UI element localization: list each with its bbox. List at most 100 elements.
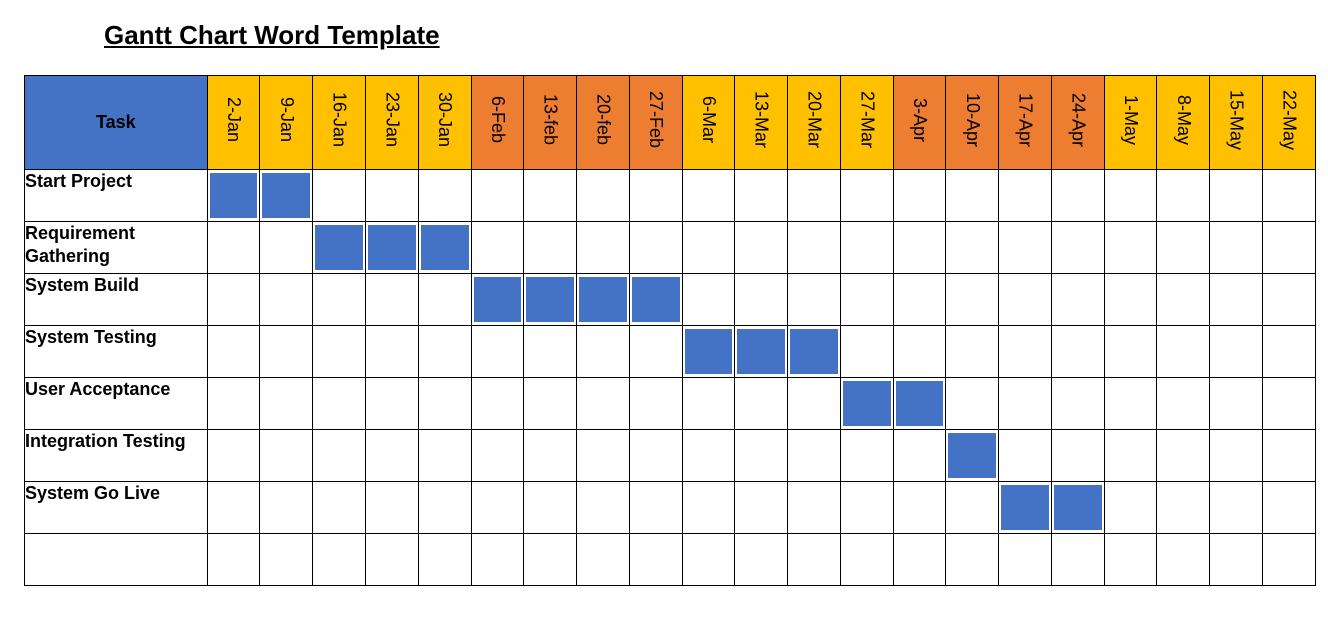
date-column-header: 13-Mar <box>735 76 788 170</box>
gantt-cell <box>629 378 682 430</box>
gantt-bar <box>685 329 733 374</box>
gantt-bar <box>843 381 891 426</box>
gantt-cell <box>577 326 630 378</box>
gantt-cell <box>1210 170 1263 222</box>
gantt-cell <box>524 222 577 274</box>
gantt-cell <box>313 222 366 274</box>
gantt-cell <box>260 170 313 222</box>
gantt-cell <box>365 378 418 430</box>
gantt-bar <box>315 225 363 270</box>
gantt-cell <box>840 170 893 222</box>
gantt-cell <box>577 378 630 430</box>
gantt-bar <box>368 225 416 270</box>
gantt-cell <box>524 534 577 586</box>
gantt-cell <box>418 430 471 482</box>
gantt-cell <box>313 170 366 222</box>
gantt-bar <box>579 277 627 322</box>
gantt-cell <box>207 326 260 378</box>
gantt-row: System Go Live <box>25 482 1316 534</box>
gantt-cell <box>471 274 524 326</box>
gantt-cell <box>577 170 630 222</box>
gantt-cell <box>1104 430 1157 482</box>
gantt-cell <box>471 482 524 534</box>
gantt-cell <box>260 430 313 482</box>
date-column-header: 13-feb <box>524 76 577 170</box>
gantt-cell <box>260 482 313 534</box>
gantt-cell <box>999 378 1052 430</box>
date-column-header: 15-May <box>1210 76 1263 170</box>
gantt-cell <box>577 222 630 274</box>
gantt-cell <box>999 222 1052 274</box>
gantt-cell <box>840 222 893 274</box>
date-column-label: 3-Apr <box>909 92 930 148</box>
gantt-cell <box>1157 274 1210 326</box>
date-column-label: 30-Jan <box>434 86 455 153</box>
gantt-bar <box>1054 485 1102 530</box>
gantt-cell <box>1157 482 1210 534</box>
task-label: System Build <box>25 274 208 326</box>
gantt-chart: Task 2-Jan9-Jan16-Jan23-Jan30-Jan6-Feb13… <box>24 75 1316 586</box>
gantt-cell <box>682 430 735 482</box>
gantt-header: Task 2-Jan9-Jan16-Jan23-Jan30-Jan6-Feb13… <box>25 76 1316 170</box>
page-title: Gantt Chart Word Template <box>104 20 440 50</box>
gantt-cell <box>524 482 577 534</box>
gantt-cell <box>629 534 682 586</box>
gantt-cell <box>365 534 418 586</box>
gantt-cell <box>260 534 313 586</box>
gantt-cell <box>788 534 841 586</box>
gantt-row: User Acceptance <box>25 378 1316 430</box>
gantt-row: Integration Testing <box>25 430 1316 482</box>
gantt-cell <box>999 534 1052 586</box>
gantt-cell <box>682 482 735 534</box>
gantt-cell <box>1263 534 1316 586</box>
gantt-bar <box>896 381 944 426</box>
gantt-cell <box>1104 534 1157 586</box>
date-column-header: 6-Feb <box>471 76 524 170</box>
gantt-cell <box>893 534 946 586</box>
gantt-row: Start Project <box>25 170 1316 222</box>
task-label: Requirement Gathering <box>25 222 208 274</box>
gantt-cell <box>260 274 313 326</box>
date-column-label: 24-Apr <box>1067 87 1088 153</box>
gantt-cell <box>1051 222 1104 274</box>
gantt-cell <box>735 274 788 326</box>
gantt-cell <box>313 534 366 586</box>
gantt-cell <box>893 378 946 430</box>
gantt-cell <box>1263 170 1316 222</box>
gantt-cell <box>1051 170 1104 222</box>
date-column-label: 6-Feb <box>487 90 508 149</box>
gantt-cell <box>893 482 946 534</box>
date-column-label: 2-Jan <box>223 91 244 148</box>
gantt-cell <box>682 170 735 222</box>
date-column-label: 13-feb <box>540 88 561 151</box>
gantt-cell <box>313 274 366 326</box>
gantt-cell <box>840 326 893 378</box>
gantt-cell <box>946 534 999 586</box>
gantt-cell <box>1051 430 1104 482</box>
gantt-cell <box>682 326 735 378</box>
gantt-cell <box>840 378 893 430</box>
gantt-cell <box>313 326 366 378</box>
gantt-bar <box>262 173 310 218</box>
gantt-row: System Testing <box>25 326 1316 378</box>
gantt-cell <box>788 378 841 430</box>
gantt-cell <box>365 430 418 482</box>
gantt-cell <box>577 534 630 586</box>
date-column-label: 8-May <box>1173 89 1194 151</box>
date-column-header: 6-Mar <box>682 76 735 170</box>
gantt-cell <box>260 222 313 274</box>
date-column-header: 27-Mar <box>840 76 893 170</box>
gantt-cell <box>1157 430 1210 482</box>
gantt-cell <box>471 326 524 378</box>
gantt-cell <box>577 274 630 326</box>
gantt-cell <box>682 534 735 586</box>
gantt-cell <box>999 274 1052 326</box>
date-column-label: 23-Jan <box>381 86 402 153</box>
gantt-cell <box>577 430 630 482</box>
date-column-header: 23-Jan <box>365 76 418 170</box>
task-label: System Go Live <box>25 482 208 534</box>
gantt-header-row: Task 2-Jan9-Jan16-Jan23-Jan30-Jan6-Feb13… <box>25 76 1316 170</box>
gantt-cell <box>735 482 788 534</box>
gantt-cell <box>418 534 471 586</box>
gantt-cell <box>1263 326 1316 378</box>
